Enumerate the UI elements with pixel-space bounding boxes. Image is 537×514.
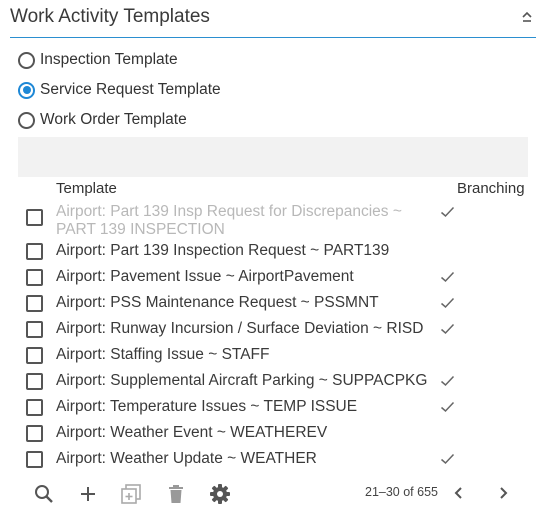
search-icon[interactable] (33, 483, 55, 505)
radio-inspection-template[interactable]: Inspection Template (18, 49, 178, 71)
row-checkbox[interactable] (26, 209, 43, 226)
row-checkbox[interactable] (26, 399, 43, 416)
radio-label: Service Request Template (40, 81, 221, 98)
radio-button[interactable] (18, 81, 35, 99)
radio-button[interactable] (18, 51, 35, 69)
plus-icon[interactable] (77, 483, 99, 505)
chevron-left-icon[interactable] (452, 484, 466, 502)
collapse-icon[interactable] (520, 9, 534, 25)
branching-check-icon (441, 323, 455, 335)
chevron-right-icon[interactable] (496, 484, 510, 502)
template-name: Airport: Temperature Issues ~ TEMP ISSUE (56, 398, 358, 415)
template-name: Airport: Part 139 Insp Request for Discr… (56, 203, 402, 238)
column-header-branching[interactable]: Branching (457, 180, 525, 197)
template-name: Airport: Weather Event ~ WEATHEREV (56, 424, 328, 441)
branching-check-icon (441, 271, 455, 283)
row-checkbox[interactable] (26, 243, 43, 260)
template-name: Airport: Supplemental Aircraft Parking ~… (56, 372, 428, 389)
row-checkbox[interactable] (26, 425, 43, 442)
row-checkbox[interactable] (26, 321, 43, 338)
panel-title: Work Activity Templates (10, 6, 210, 27)
radio-label: Work Order Template (40, 111, 187, 128)
row-checkbox[interactable] (26, 269, 43, 286)
gear-icon[interactable] (209, 483, 231, 505)
pagination-range: 21–30 of 655 (365, 485, 438, 499)
column-header-template[interactable]: Template (56, 180, 117, 197)
branching-check-icon (441, 453, 455, 465)
radio-service-request-template[interactable]: Service Request Template (18, 79, 221, 101)
branching-check-icon (441, 401, 455, 413)
row-checkbox[interactable] (26, 295, 43, 312)
branching-check-icon (441, 375, 455, 387)
radio-button[interactable] (18, 111, 35, 129)
panel-header: Work Activity Templates (10, 0, 536, 38)
radio-label: Inspection Template (40, 51, 178, 68)
template-name: Airport: Weather Update ~ WEATHER (56, 450, 317, 467)
template-name: Airport: Pavement Issue ~ AirportPavemen… (56, 268, 354, 285)
branching-check-icon (441, 297, 455, 309)
branching-check-icon (441, 206, 455, 218)
template-name: Airport: Runway Incursion / Surface Devi… (56, 320, 424, 337)
copy-icon[interactable] (120, 483, 142, 505)
search-input[interactable] (18, 137, 528, 177)
template-name: Airport: Part 139 Inspection Request ~ P… (56, 242, 390, 259)
trash-icon[interactable] (165, 483, 187, 505)
radio-work-order-template[interactable]: Work Order Template (18, 109, 187, 131)
template-name: Airport: PSS Maintenance Request ~ PSSMN… (56, 294, 379, 311)
row-checkbox[interactable] (26, 451, 43, 468)
row-checkbox[interactable] (26, 347, 43, 364)
template-name: Airport: Staffing Issue ~ STAFF (56, 346, 270, 363)
row-checkbox[interactable] (26, 373, 43, 390)
